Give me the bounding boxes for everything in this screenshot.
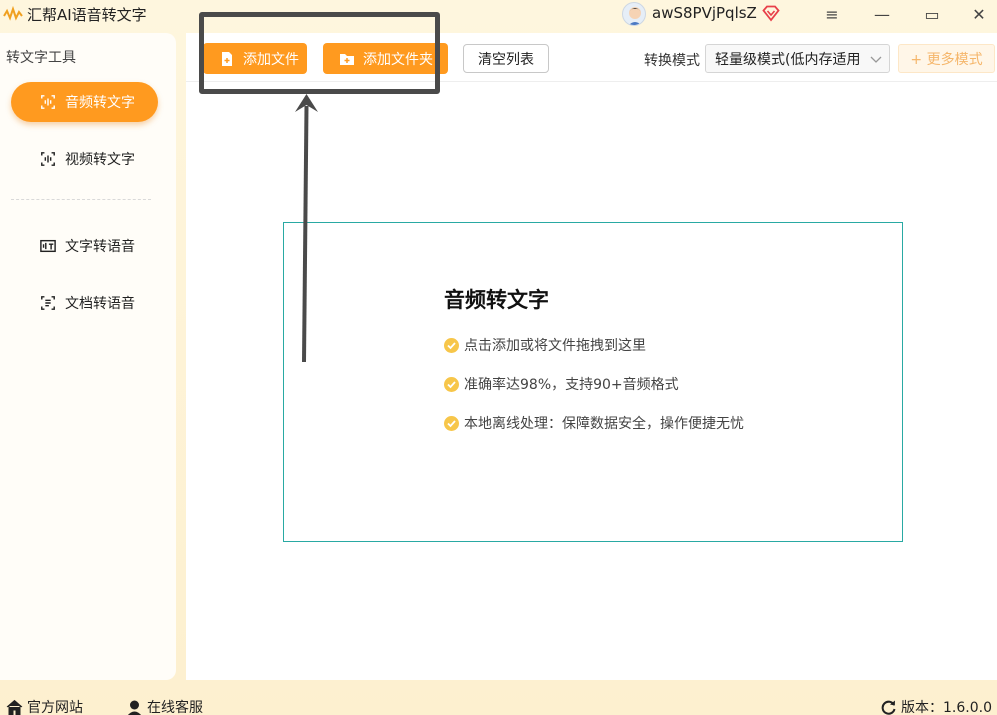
drop-zone-point: 准确率达98%，支持90+音频格式 [444, 374, 679, 394]
close-icon: ✕ [972, 4, 986, 24]
sidebar-item-text-to-speech[interactable]: 文字转语音 [11, 226, 158, 266]
sidebar-section-title: 转文字工具 [6, 50, 76, 66]
mode-select-value: 轻量级模式(低内存适用 [715, 51, 861, 68]
app-logo-icon [3, 6, 23, 21]
minimize-button[interactable]: — [860, 0, 904, 28]
check-circle-icon [444, 415, 459, 431]
maximize-button[interactable]: ▭ [910, 0, 954, 28]
drop-zone-point: 点击添加或将文件拖拽到这里 [444, 335, 646, 355]
check-circle-icon [444, 376, 459, 392]
refresh-icon [880, 699, 897, 715]
menu-button[interactable]: ≡ [810, 0, 854, 28]
drop-zone-title: 音频转文字 [444, 288, 549, 312]
audio-wave-icon [39, 93, 57, 111]
version-label: 版本：1.6.0.0 [901, 700, 992, 715]
drop-zone-point: 本地离线处理：保障数据安全，操作便捷无忧 [444, 413, 744, 433]
close-button[interactable]: ✕ [957, 0, 997, 28]
official-website-link[interactable]: 官方网站 [6, 697, 83, 715]
sidebar-item-label: 视频转文字 [65, 152, 135, 168]
user-name[interactable]: awS8PVjPqlsZ [652, 4, 757, 22]
sidebar-item-video-to-text[interactable]: 视频转文字 [11, 139, 158, 179]
footer-bar: 官方网站 在线客服 版本：1.6.0.0 [0, 682, 997, 715]
doc-speech-icon [39, 294, 57, 312]
title-bar: 汇帮AI语音转文字 awS8PVjPqlsZ ≡ — ▭ ✕ [0, 0, 997, 30]
app-title: 汇帮AI语音转文字 [27, 6, 147, 24]
clear-list-button[interactable]: 清空列表 [463, 44, 549, 73]
drop-zone-point-text: 准确率达98%，支持90+音频格式 [464, 377, 679, 393]
sidebar: 转文字工具 音频转文字 视频转文字 文字转语音 文档转语音 [0, 33, 176, 680]
sidebar-item-doc-to-speech[interactable]: 文档转语音 [11, 283, 158, 323]
maximize-icon: ▭ [924, 4, 940, 24]
sidebar-item-label: 文字转语音 [65, 239, 135, 255]
official-website-label: 官方网站 [27, 700, 83, 715]
more-modes-button[interactable]: + 更多模式 [898, 44, 995, 73]
annotation-arrow-icon [295, 94, 318, 363]
file-drop-zone[interactable]: 音频转文字 点击添加或将文件拖拽到这里 准确率达98%，支持90+音频格式 本地… [283, 222, 903, 542]
annotation-highlight-box [199, 12, 440, 94]
check-circle-icon [444, 337, 459, 353]
text-speech-icon [39, 237, 57, 255]
menu-icon: ≡ [825, 4, 839, 24]
online-service-label: 在线客服 [147, 700, 203, 715]
sidebar-divider [11, 199, 151, 200]
mode-label: 转换模式 [644, 53, 700, 69]
online-service-link[interactable]: 在线客服 [126, 697, 203, 715]
sidebar-item-label: 音频转文字 [65, 95, 135, 111]
drop-zone-point-text: 本地离线处理：保障数据安全，操作便捷无忧 [464, 416, 744, 432]
drop-zone-point-text: 点击添加或将文件拖拽到这里 [464, 338, 646, 354]
headset-user-icon [126, 699, 143, 715]
sidebar-item-label: 文档转语音 [65, 296, 135, 312]
sidebar-item-audio-to-text[interactable]: 音频转文字 [11, 82, 158, 122]
vip-diamond-icon[interactable] [762, 4, 780, 22]
user-avatar[interactable] [622, 2, 646, 26]
video-text-icon [39, 150, 57, 168]
chevron-down-icon [870, 56, 882, 63]
version-info[interactable]: 版本：1.6.0.0 [880, 697, 992, 715]
minimize-icon: — [874, 4, 890, 24]
home-icon [6, 699, 23, 715]
mode-select[interactable]: 轻量级模式(低内存适用 [705, 44, 890, 73]
